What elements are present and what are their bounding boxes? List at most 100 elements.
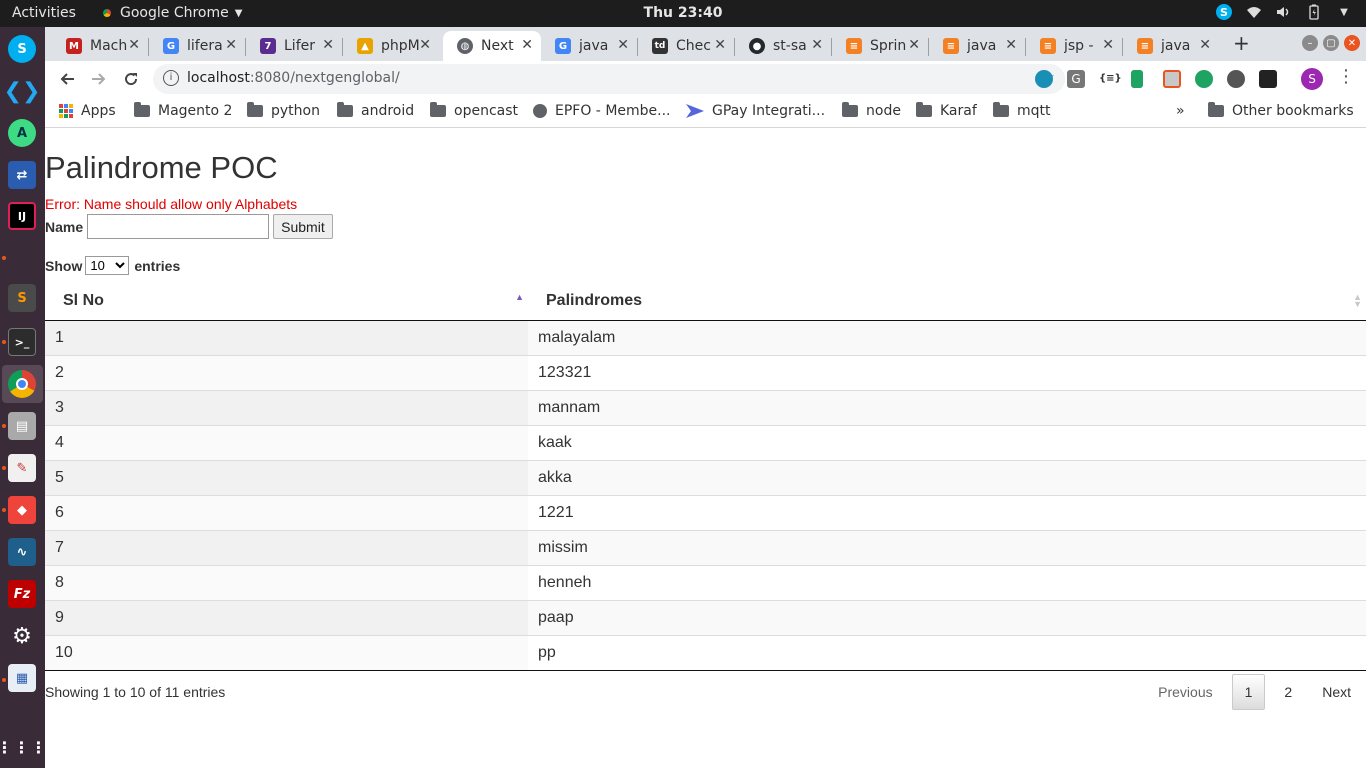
close-tab-icon[interactable]: ✕ [521, 37, 533, 53]
column-header-palindromes[interactable]: Palindromes ▲ ▼ [528, 282, 1366, 321]
next-page-button[interactable]: Next [1307, 674, 1366, 710]
forward-button[interactable] [87, 67, 111, 91]
column-header-sl-no[interactable]: Sl No ▲ [45, 282, 528, 321]
minimize-icon[interactable]: – [1302, 35, 1318, 51]
bookmark-epfo[interactable]: EPFO - Membe... [533, 103, 671, 119]
screenshot-extension-icon[interactable] [1163, 70, 1181, 88]
extension-icon-1[interactable] [1035, 70, 1053, 88]
table-row: 9 paap [45, 599, 1366, 635]
bookmark-karaf[interactable]: Karaf [916, 102, 977, 119]
bookmark-android[interactable]: android [337, 102, 414, 119]
bookmark-mqtt[interactable]: mqtt [993, 102, 1051, 119]
table-info: Showing 1 to 10 of 11 entries [45, 684, 226, 700]
close-tab-icon[interactable]: ✕ [908, 37, 920, 53]
close-tab-icon[interactable]: ✕ [419, 37, 431, 53]
bookmark-gpay[interactable]: GPay Integrati... [686, 103, 825, 119]
skype-launcher-icon[interactable]: S [8, 35, 36, 63]
bookmark-node[interactable]: node [842, 102, 901, 119]
close-tab-icon[interactable]: ✕ [1199, 37, 1211, 53]
tab-java-google[interactable]: G java ✕ [541, 31, 638, 61]
site-info-icon[interactable]: i [163, 70, 179, 86]
address-url[interactable]: localhost:8080/nextgenglobal/ [187, 70, 400, 86]
profile-avatar[interactable]: S [1301, 68, 1323, 90]
battery-icon[interactable] [1306, 4, 1322, 20]
extension-icon-6[interactable] [1195, 70, 1213, 88]
close-tab-icon[interactable]: ✕ [1102, 37, 1114, 53]
close-tab-icon[interactable]: ✕ [617, 37, 629, 53]
text-editor-launcher-icon[interactable]: ✎ [8, 454, 36, 482]
submit-button[interactable]: Submit [273, 214, 333, 239]
tab-mach[interactable]: M Mach ✕ [52, 31, 149, 61]
page-button-2[interactable]: 2 [1269, 674, 1307, 710]
close-tab-icon[interactable]: ✕ [1005, 37, 1017, 53]
volume-icon[interactable] [1276, 4, 1292, 20]
bookmark-label: GPay Integrati... [712, 103, 826, 119]
grammarly-extension-icon[interactable]: G [1067, 70, 1085, 88]
filezilla-launcher-icon[interactable]: Fz [8, 580, 36, 608]
show-applications-icon[interactable]: ⋮⋮⋮ [0, 733, 47, 761]
power-menu-caret-icon[interactable]: ▼ [1336, 4, 1352, 20]
close-tab-icon[interactable]: ✕ [811, 37, 823, 53]
android-studio-launcher-icon[interactable]: A [8, 119, 36, 147]
back-arrow-icon [60, 73, 74, 85]
chrome-launcher-icon[interactable] [8, 370, 36, 398]
activities-button[interactable]: Activities [12, 5, 76, 21]
bookmark-python[interactable]: python [247, 102, 320, 119]
system-tray: S ▼ [1216, 4, 1352, 20]
address-bar[interactable]: i localhost:8080/nextgenglobal/ ☆ [153, 64, 1065, 94]
page-size-select[interactable]: 10 [85, 256, 130, 275]
tab-next-active[interactable]: ◍ Next ✕ [443, 31, 541, 61]
files-launcher-icon[interactable]: ▤ [8, 412, 36, 440]
close-tab-icon[interactable]: ✕ [322, 37, 334, 53]
bookmark-magento-2[interactable]: Magento 2 [134, 102, 233, 119]
close-tab-icon[interactable]: ✕ [225, 37, 237, 53]
tab-lifera[interactable]: G lifera ✕ [149, 31, 246, 61]
vscode-launcher-icon[interactable]: ❮❯ [4, 77, 41, 105]
tab-chec[interactable]: td Chec ✕ [638, 31, 735, 61]
page-button-1[interactable]: 1 [1231, 674, 1266, 710]
name-label: Name [45, 218, 84, 235]
settings-launcher-icon[interactable]: ⚙ [8, 622, 36, 650]
json-viewer-extension-icon[interactable]: {≡} [1099, 70, 1122, 88]
bookmark-other-bookmarks[interactable]: Other bookmarks [1208, 102, 1354, 119]
tab-phpm[interactable]: ▲ phpM ✕ [343, 31, 439, 61]
close-window-icon[interactable]: ✕ [1344, 35, 1360, 51]
network-tool-launcher-icon[interactable]: ⇄ [8, 161, 36, 189]
intellij-launcher-icon[interactable]: IJ [8, 202, 36, 230]
wifi-icon[interactable] [1246, 4, 1262, 20]
tab-jsp[interactable]: ≡ jsp - ✕ [1026, 31, 1123, 61]
new-tab-button[interactable]: + [1233, 31, 1250, 55]
skype-tray-icon[interactable]: S [1216, 4, 1232, 20]
maximize-icon[interactable]: ▢ [1323, 35, 1339, 51]
settings-extension-icon[interactable] [1227, 70, 1245, 88]
previous-page-button[interactable]: Previous [1143, 674, 1227, 710]
docs-extension-icon[interactable] [1131, 70, 1143, 88]
bookmark-label: Magento 2 [158, 103, 233, 119]
app-menu[interactable]: Google Chrome ▼ [100, 5, 242, 21]
sublime-launcher-icon[interactable]: S [8, 284, 36, 312]
terminal-launcher-icon[interactable]: >_ [8, 328, 36, 356]
bookmark-apps[interactable]: Apps [59, 103, 116, 119]
bookmark-label: python [271, 103, 320, 119]
document-launcher-icon[interactable]: ▦ [8, 664, 36, 692]
anydesk-launcher-icon[interactable]: ◆ [8, 496, 36, 524]
folder-icon [993, 102, 1009, 117]
extension-icon-8[interactable] [1259, 70, 1277, 88]
tab-java-so-2[interactable]: ≡ java ✕ [1123, 31, 1219, 61]
tab-title: Sprin [870, 38, 907, 54]
close-tab-icon[interactable]: ✕ [128, 37, 140, 53]
tab-java-so-1[interactable]: ≡ java ✕ [929, 31, 1026, 61]
reload-button[interactable] [119, 67, 143, 91]
tab-st-sa[interactable]: ● st-sa ✕ [735, 31, 832, 61]
tab-sprin[interactable]: ≡ Sprin ✕ [832, 31, 929, 61]
bookmarks-overflow-button[interactable]: » [1176, 103, 1185, 119]
clock[interactable]: Thu 23:40 [644, 5, 723, 21]
mysql-workbench-launcher-icon[interactable]: ∿ [8, 538, 36, 566]
chrome-menu-icon[interactable]: ⋮ [1337, 66, 1355, 87]
name-input[interactable] [87, 214, 270, 239]
back-button[interactable] [55, 67, 79, 91]
tab-lifer[interactable]: 7 Lifer ✕ [246, 31, 343, 61]
bookmark-opencast[interactable]: opencast [430, 102, 518, 119]
close-tab-icon[interactable]: ✕ [714, 37, 726, 53]
apps-grid-icon [59, 104, 73, 118]
